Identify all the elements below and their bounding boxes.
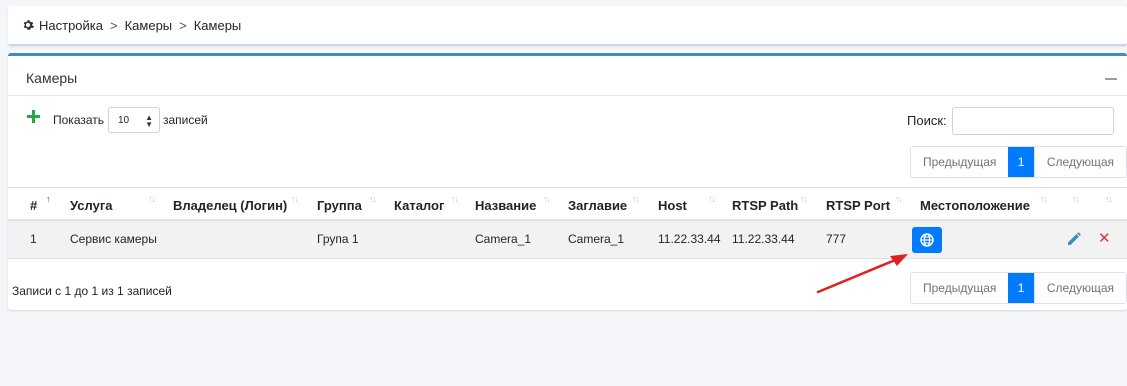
collapse-button[interactable] [1105,78,1117,80]
breadcrumb-separator: > [179,17,187,33]
records-label: записей [163,113,208,127]
page-length-select[interactable]: 10 ▲ ▼ [108,107,160,133]
column-header-number[interactable]: # [30,198,37,213]
search-label: Поиск: [907,113,947,128]
previous-page-button[interactable]: Предыдущая [911,273,1008,303]
sort-icon: ↑↓ [895,194,903,204]
select-arrows-icon: ▲ ▼ [145,113,153,129]
breadcrumb-item-current: Камеры [193,17,242,33]
sort-icon: ↑↓ [708,194,716,204]
cell-host: 11.22.33.44 [658,232,721,246]
card-title: Камеры [26,70,78,86]
column-header-group[interactable]: Группа [317,198,362,213]
column-header-catalog[interactable]: Каталог [394,198,444,213]
table-info: Записи с 1 до 1 из 1 записей [12,284,172,298]
sort-icon: ↑↓ [1105,194,1113,204]
table-header: # ↑ Услуга ↑↓ Владелец (Логин) ↑↓ Группа… [8,187,1127,221]
pagination-top: Предыдущая 1 Следующая [910,146,1127,178]
sort-icon: ↑↓ [1040,194,1048,204]
cameras-card: Камеры Показать 10 ▲ ▼ записей Поиск: Пре… [8,53,1127,310]
sort-icon: ↑↓ [1072,194,1080,204]
annotation-arrow [816,254,908,294]
breadcrumb-item-settings[interactable]: Настройка [39,18,103,33]
cell-rtsp-port: 777 [826,232,847,246]
sort-icon: ↑↓ [543,194,551,204]
cell-group: Група 1 [317,232,359,246]
page-length-value: 10 [118,115,130,126]
cell-title: Camera_1 [568,232,625,246]
cell-service: Сервис камеры [70,232,157,246]
cell-rtsp-path: 11.22.33.44 [732,232,795,246]
column-header-name[interactable]: Название [475,198,536,213]
card-header: Камеры [8,56,1127,96]
current-page-button[interactable]: 1 [1008,273,1034,303]
globe-icon [920,233,934,247]
next-page-button[interactable]: Следующая [1033,147,1126,177]
table-row: 1 Сервис камеры Група 1 Camera_1 Camera_… [8,221,1127,259]
column-header-location[interactable]: Местоположение [920,198,1030,213]
gear-icon [23,20,34,30]
cell-name: Camera_1 [475,232,532,246]
sort-icon: ↑ [46,194,50,204]
breadcrumb: Настройка > Камеры > Камеры [8,6,1127,46]
sort-icon: ↑↓ [451,194,459,204]
pencil-icon[interactable] [1066,231,1082,247]
sort-icon: ↑↓ [369,194,377,204]
pagination-bottom: Предыдущая 1 Следующая [910,272,1127,304]
current-page-button[interactable]: 1 [1008,147,1034,177]
sort-icon: ↑↓ [148,194,156,204]
sort-icon: ↑↓ [800,194,808,204]
column-header-host[interactable]: Host [658,198,687,213]
breadcrumb-item-cameras[interactable]: Камеры [125,18,173,33]
column-header-title[interactable]: Заглавие [568,198,627,213]
column-header-rtsp-port[interactable]: RTSP Port [826,198,890,213]
sort-icon: ↑↓ [291,194,299,204]
column-header-service[interactable]: Услуга [70,198,112,213]
cell-number: 1 [30,232,37,246]
column-header-rtsp-path[interactable]: RTSP Path [732,198,798,213]
search-input[interactable] [952,107,1114,135]
plus-icon[interactable] [27,110,41,124]
next-page-button[interactable]: Следующая [1033,273,1126,303]
breadcrumb-separator: > [110,17,118,33]
previous-page-button[interactable]: Предыдущая [911,147,1008,177]
column-header-owner[interactable]: Владелец (Логин) [173,198,287,213]
show-label: Показать [53,113,105,127]
times-icon[interactable]: ✕ [1098,231,1112,247]
sort-icon: ↑↓ [632,194,640,204]
